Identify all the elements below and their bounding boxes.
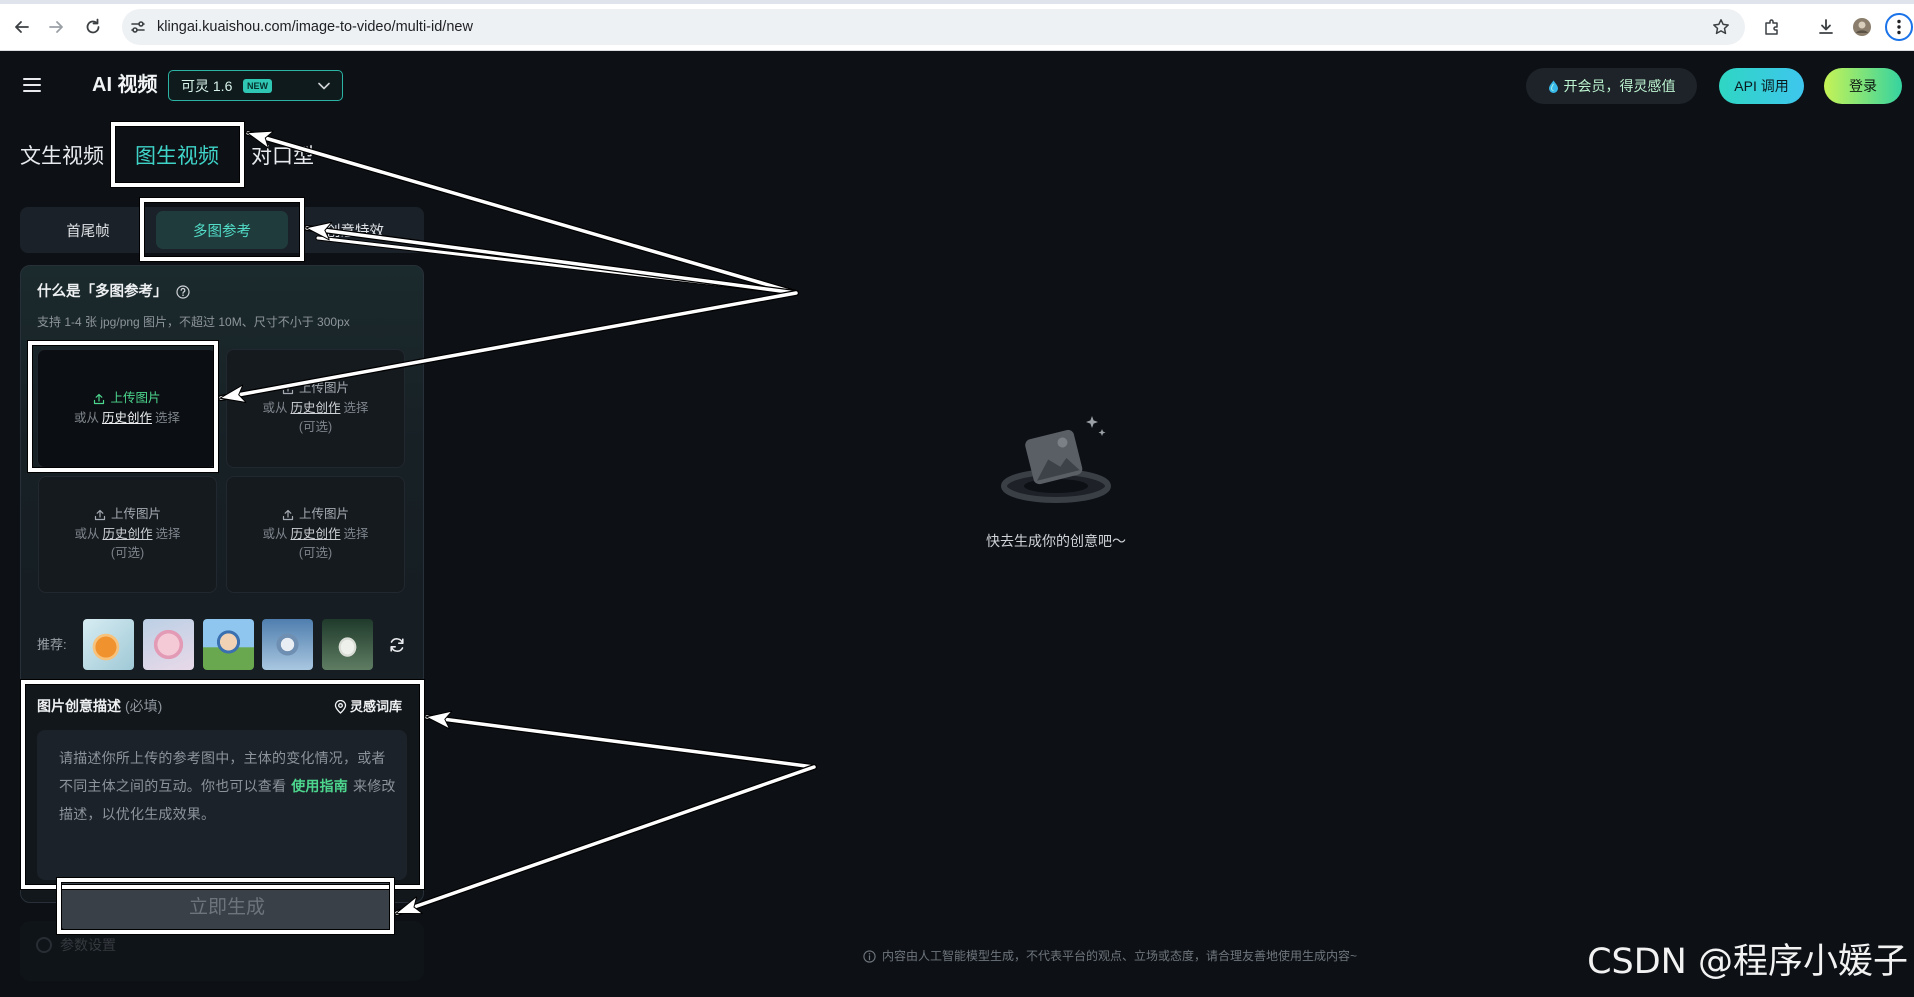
vip-promo-label: 开会员，得灵感值: [1563, 78, 1676, 94]
select-text: 选择: [343, 526, 369, 541]
browser-toolbar: klingai.kuaishou.com/image-to-video/mult…: [0, 0, 1914, 51]
history-select-line: 或从 历史创作 选择: [262, 399, 368, 419]
help-icon[interactable]: [176, 285, 190, 299]
recommend-thumbnail-5[interactable]: [322, 619, 373, 670]
annotation-arrow-to-generate-button: [397, 765, 816, 915]
recommend-thumbnail-3[interactable]: [203, 619, 254, 670]
upload-tile-3[interactable]: 上传图片 或从 历史创作 选择 (可选): [38, 476, 217, 593]
gem-drop-icon: [1548, 80, 1558, 93]
history-link[interactable]: 历史创作: [290, 401, 340, 415]
optional-text: (可选): [110, 546, 145, 561]
upload-label: 上传图片: [110, 507, 161, 522]
optional-text: (可选): [298, 420, 333, 435]
highlight-box-image-to-video-tab: [111, 122, 244, 187]
model-selector[interactable]: 可灵 1.6 NEW: [168, 70, 343, 101]
multi-reference-title: 什么是「多图参考」: [37, 284, 168, 300]
chevron-down-icon: [318, 82, 330, 90]
vip-promo-button[interactable]: 开会员，得灵感值: [1526, 68, 1697, 104]
history-select-line: 或从 历史创作 选择: [74, 525, 180, 545]
forward-icon[interactable]: [46, 17, 66, 37]
highlight-box-generate-button: [57, 878, 394, 934]
or-from-text: 或从: [262, 400, 288, 415]
history-link[interactable]: 历史创作: [290, 527, 340, 541]
refresh-icon[interactable]: [388, 636, 406, 654]
settings-icon: [36, 937, 52, 953]
reload-icon[interactable]: [83, 17, 103, 37]
or-from-text: 或从: [262, 526, 288, 541]
ai-content-notice: 内容由人工智能模型生成，不代表平台的观点、立场或态度，请合理友善地使用生成内容~: [863, 948, 1357, 964]
empty-state-text: 快去生成你的创意吧～: [986, 533, 1126, 549]
url-text[interactable]: klingai.kuaishou.com/image-to-video/mult…: [157, 17, 473, 37]
tab-text-to-video[interactable]: 文生视频: [20, 145, 104, 169]
recommend-thumbnail-2[interactable]: [143, 619, 194, 670]
or-from-text: 或从: [74, 526, 100, 541]
model-name: 可灵 1.6: [181, 78, 233, 94]
download-icon[interactable]: [1816, 17, 1836, 37]
api-button-label: API 调用: [1734, 78, 1789, 94]
login-button[interactable]: 登录: [1824, 68, 1902, 104]
optional-text: (可选): [298, 546, 333, 561]
upload-label: 上传图片: [298, 507, 349, 522]
annotation-arrow-to-prompt-section: [427, 717, 816, 769]
subtab-first-last-frame[interactable]: 首尾帧: [28, 211, 148, 249]
login-button-label: 登录: [1849, 78, 1877, 94]
ai-content-notice-text: 内容由人工智能模型生成，不代表平台的观点、立场或态度，请合理友善地使用生成内容~: [882, 949, 1358, 963]
params-label: 参数设置: [60, 937, 116, 953]
upload-label: 上传图片: [298, 381, 349, 396]
upload-tile-2[interactable]: 上传图片 或从 历史创作 选择 (可选): [226, 349, 405, 468]
more-menu-icon: [1897, 19, 1901, 35]
tab-lip-sync[interactable]: 对口型: [251, 145, 314, 169]
highlight-box-upload-tile: [28, 341, 218, 472]
subtab-creative-effects[interactable]: 创意特效: [295, 211, 415, 249]
recommend-label: 推荐:: [37, 637, 67, 652]
upload-action[interactable]: 上传图片: [94, 505, 161, 525]
tab-strip: [0, 0, 1914, 4]
upload-action[interactable]: 上传图片: [282, 379, 349, 399]
upload-icon: [282, 509, 294, 521]
api-button[interactable]: API 调用: [1719, 68, 1804, 104]
upload-icon: [282, 383, 294, 395]
profile-avatar[interactable]: [1852, 17, 1872, 37]
history-select-line: 或从 历史创作 选择: [262, 525, 368, 545]
new-badge: NEW: [243, 79, 272, 93]
recommend-thumbnail-4[interactable]: [262, 619, 313, 670]
menu-hamburger-icon[interactable]: [23, 77, 41, 93]
upload-requirements-hint: 支持 1-4 张 jpg/png 图片，不超过 10M、尺寸不小于 300px: [37, 315, 350, 329]
upload-icon: [94, 509, 106, 521]
app-title: AI 视频: [92, 74, 158, 96]
empty-gallery-icon: [1001, 416, 1111, 503]
back-icon[interactable]: [12, 17, 32, 37]
select-text: 选择: [343, 400, 369, 415]
annotation-arrow-outline: [394, 764, 817, 916]
upload-tile-4[interactable]: 上传图片 或从 历史创作 选择 (可选): [226, 476, 405, 593]
history-link[interactable]: 历史创作: [102, 527, 152, 541]
site-info-icon[interactable]: [128, 17, 148, 37]
select-text: 选择: [155, 526, 181, 541]
bookmark-star-icon[interactable]: [1711, 17, 1731, 37]
highlight-box-prompt-section: [21, 680, 424, 889]
recommend-thumbnail-1[interactable]: [83, 619, 134, 670]
upload-action[interactable]: 上传图片: [282, 505, 349, 525]
highlight-box-multi-reference-tab: [140, 198, 304, 261]
info-icon: [863, 949, 876, 963]
extensions-icon[interactable]: [1762, 17, 1782, 37]
csdn-watermark: CSDN @程序小媛子: [1587, 942, 1908, 982]
annotation-arrow-outline: [424, 714, 817, 770]
